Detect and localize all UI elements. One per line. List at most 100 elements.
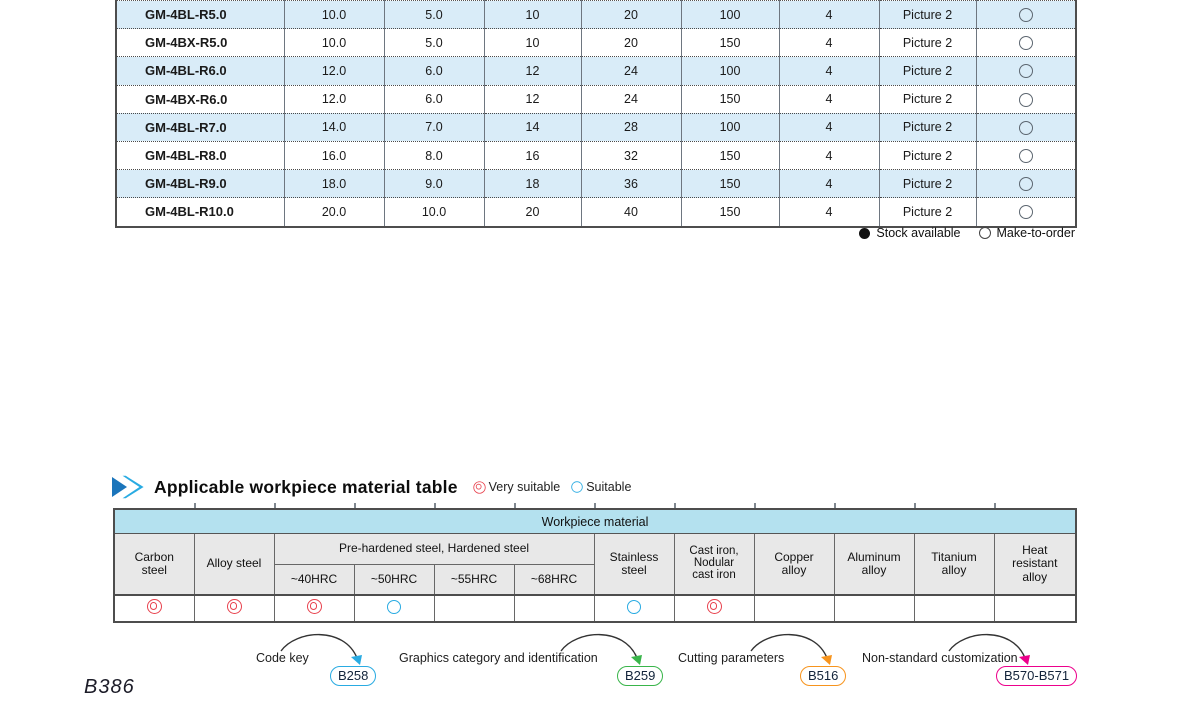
table-row: GM-4BL-R8.0 16.0 8.0 16 32 150 4 Picture 2 bbox=[116, 140, 1076, 170]
column-tick bbox=[354, 503, 356, 508]
page-ref-badge[interactable]: B259 bbox=[617, 666, 664, 686]
model-cell: GM-4BL-R5.0 bbox=[145, 7, 227, 23]
picture-cell: Picture 2 bbox=[878, 84, 976, 114]
value-cell: 6.0 bbox=[383, 84, 484, 114]
value-cell: 24 bbox=[580, 84, 681, 114]
model-cell: GM-4BL-R9.0 bbox=[116, 169, 284, 198]
value-cell: 12.0 bbox=[283, 56, 384, 86]
make-to-order-icon bbox=[1018, 64, 1033, 79]
stock-legend: Stock available Make-to-order bbox=[115, 226, 1075, 240]
table-row: GM-4BL-R10.0 20.0 10.0 20 40 150 4 Picture 2 bbox=[116, 197, 1076, 227]
value-cell: 150 bbox=[680, 140, 779, 170]
ratings-row bbox=[113, 594, 1077, 623]
very-suitable-icon bbox=[706, 599, 722, 615]
page-ref-badge[interactable]: B258 bbox=[330, 666, 377, 686]
product-table-body: GM-4BL-R5.0 10.0 5.0 10 20 100 4 Picture 2 GM-4B… bbox=[116, 0, 1076, 227]
rating-cell bbox=[353, 594, 435, 623]
table-row: GM-4BL-R6.0 12.0 6.0 12 24 100 4 Picture 2 bbox=[116, 56, 1076, 86]
suitable-icon bbox=[387, 599, 401, 614]
table-row: GM-4BX-R5.0 10.0 5.0 10 20 150 4 Picture 2 bbox=[116, 28, 1076, 57]
value-cell: 20 bbox=[580, 0, 681, 29]
value-cell: 9.0 bbox=[383, 169, 484, 198]
value-cell: 36 bbox=[580, 169, 681, 198]
stock-status-cell bbox=[975, 169, 1076, 198]
col-header-alloy-steel: Alloy steel bbox=[193, 533, 275, 596]
value-cell: 7.0 bbox=[383, 112, 484, 142]
value-cell: 4 bbox=[778, 0, 879, 29]
model-cell: GM-4BL-R7.0 bbox=[116, 112, 284, 142]
column-tick bbox=[674, 503, 676, 508]
suitability-legend: Very suitable Suitable bbox=[472, 480, 632, 495]
column-tick bbox=[834, 503, 836, 508]
rating-cell bbox=[753, 594, 835, 623]
stock-available-legend: Stock available bbox=[859, 226, 961, 240]
very-suitable-icon bbox=[146, 599, 162, 615]
value-cell: 20 bbox=[483, 197, 581, 227]
picture-cell: Picture 2 bbox=[878, 0, 976, 29]
material-section-heading: Applicable workpiece material table Very… bbox=[112, 475, 631, 499]
value-cell: 150 bbox=[680, 197, 779, 227]
value-cell: 10.0 bbox=[283, 0, 384, 29]
section-title: Applicable workpiece material table bbox=[154, 476, 458, 497]
make-to-order-icon bbox=[1018, 148, 1033, 163]
value-cell: 32 bbox=[580, 140, 681, 170]
suitable-label: Suitable bbox=[586, 480, 632, 494]
value-cell: 10 bbox=[483, 0, 581, 29]
very-suitable-label: Very suitable bbox=[488, 480, 561, 494]
make-to-order-label: Make-to-order bbox=[996, 226, 1076, 240]
picture-cell: Picture 2 bbox=[878, 140, 976, 170]
curved-arrow-icon bbox=[560, 633, 642, 665]
catalog-page: GM-4BL-R5.0 10.0 5.0 10 20 100 4 Picture 2 GM-4B… bbox=[0, 0, 1187, 718]
page-ref-badge[interactable]: B570-B571 bbox=[996, 666, 1078, 686]
value-cell: 4 bbox=[778, 28, 879, 57]
table-row: GM-4BL-R9.0 18.0 9.0 18 36 150 4 Picture 2 bbox=[116, 169, 1076, 198]
col-header-hardened-group: Pre-hardened steel, Hardened steel bbox=[273, 533, 595, 565]
picture-cell: Picture 2 bbox=[878, 28, 976, 57]
value-cell: 18 bbox=[483, 169, 581, 198]
col-header-aluminum-alloy: Aluminum alloy bbox=[833, 533, 915, 596]
picture-cell: Picture 2 bbox=[878, 56, 976, 86]
value-cell: 100 bbox=[680, 56, 779, 86]
very-suitable-icon bbox=[472, 480, 486, 494]
very-suitable-icon bbox=[226, 599, 242, 615]
page-ref-badge[interactable]: B516 bbox=[800, 666, 847, 686]
value-cell: 4 bbox=[778, 56, 879, 86]
value-cell: 5.0 bbox=[383, 0, 484, 29]
product-table: GM-4BL-R5.0 10.0 5.0 10 20 100 4 Picture 2 GM-4B… bbox=[115, 0, 1077, 228]
model-cell: GM-4BL-R10.0 bbox=[116, 197, 284, 227]
col-header-stainless-steel: Stainless steel bbox=[593, 533, 675, 596]
rating-cell bbox=[993, 594, 1077, 623]
model-cell: GM-4BL-R6.0 bbox=[116, 56, 284, 86]
col-header-titanium-alloy: Titanium alloy bbox=[913, 533, 995, 596]
workpiece-material-caption: Workpiece material bbox=[113, 508, 1077, 534]
page-number: B386 bbox=[84, 676, 135, 698]
value-cell: 18.0 bbox=[283, 169, 384, 198]
value-cell: 150 bbox=[680, 28, 779, 57]
make-to-order-icon bbox=[978, 227, 991, 239]
column-tick bbox=[754, 503, 756, 508]
make-to-order-icon bbox=[1018, 177, 1033, 192]
value-cell: 150 bbox=[680, 169, 779, 198]
make-to-order-icon bbox=[1018, 92, 1033, 107]
rating-cell bbox=[593, 594, 675, 623]
table-caption-row: Workpiece material bbox=[113, 508, 1077, 534]
suitable-icon bbox=[571, 481, 583, 493]
make-to-order-legend: Make-to-order bbox=[978, 226, 1076, 240]
value-cell: 16.0 bbox=[283, 140, 384, 170]
model-cell: GM-4BX-R5.0 bbox=[116, 28, 284, 57]
value-cell: 10.0 bbox=[383, 197, 484, 227]
value-cell: 12.0 bbox=[283, 84, 384, 114]
column-tick bbox=[594, 503, 596, 508]
make-to-order-icon bbox=[1018, 205, 1033, 220]
value-cell: 100 bbox=[680, 0, 779, 29]
suitable-icon bbox=[627, 599, 641, 614]
rating-cell bbox=[193, 594, 275, 623]
very-suitable-legend: Very suitable bbox=[472, 480, 561, 495]
value-cell: 4 bbox=[778, 140, 879, 170]
value-cell: 4 bbox=[778, 112, 879, 142]
column-tick bbox=[994, 503, 996, 508]
rating-cell bbox=[913, 594, 995, 623]
col-header-50hrc: ~50HRC bbox=[353, 564, 435, 596]
column-tick bbox=[194, 503, 196, 508]
value-cell: 4 bbox=[778, 197, 879, 227]
